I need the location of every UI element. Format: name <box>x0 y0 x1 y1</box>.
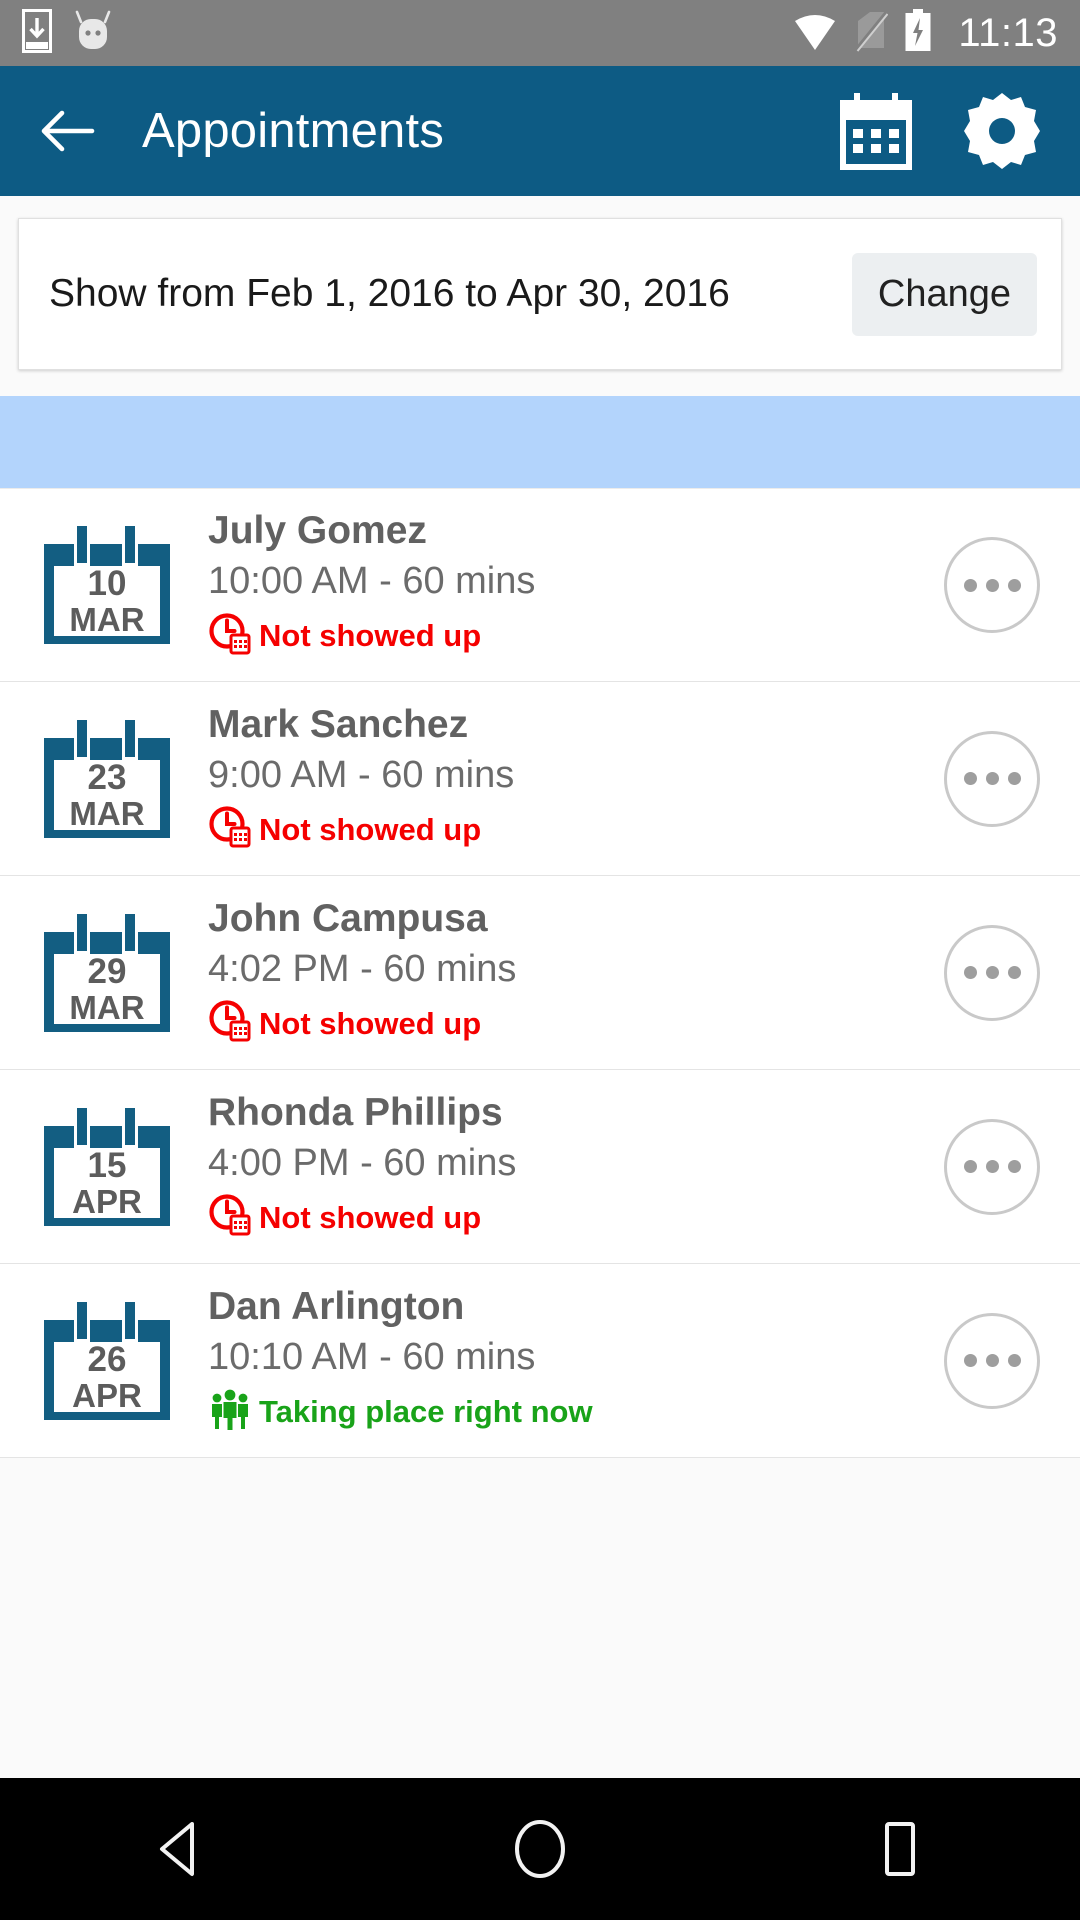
ad-banner[interactable] <box>0 396 1080 488</box>
appointment-row[interactable]: 26 APR Dan Arlington 10:10 AM - 60 mins Taki… <box>0 1264 1080 1458</box>
appointment-time: 9:00 AM - 60 mins <box>208 753 515 796</box>
appointment-date-icon: 10 MAR <box>44 526 170 644</box>
dot <box>985 966 999 979</box>
appointment-date-icon: 26 APR <box>44 1301 170 1420</box>
back-arrow-icon[interactable] <box>40 108 96 154</box>
appointment-day: 10 <box>87 564 127 603</box>
appointment-status-label: Taking place right now <box>259 1393 593 1429</box>
dot <box>1007 1354 1021 1367</box>
appointment-client-name: Rhonda Phillips <box>208 1090 503 1134</box>
android-nav-bar <box>0 1778 1080 1920</box>
dot <box>963 1160 977 1173</box>
nav-back-icon[interactable] <box>90 1778 270 1920</box>
appointment-overflow-button[interactable] <box>944 730 1040 827</box>
clock-calendar-icon <box>208 1193 252 1242</box>
appointment-month: MAR <box>69 794 145 832</box>
appointment-time: 4:00 PM - 60 mins <box>208 1141 517 1184</box>
nav-recents-icon[interactable] <box>810 1778 990 1920</box>
status-bar-system-icons: 11:13 <box>792 8 1058 58</box>
date-range-card: Show from Feb 1, 2016 to Apr 30, 2016 Ch… <box>18 218 1062 370</box>
appointment-row[interactable]: 10 MAR July Gomez 10:00 AM - 60 mins Not sho… <box>0 488 1080 682</box>
appointment-day: 23 <box>87 757 127 797</box>
wifi-icon <box>792 11 838 56</box>
dot <box>985 578 999 592</box>
dot <box>1007 772 1021 785</box>
appointment-month: MAR <box>69 988 145 1026</box>
dot <box>1007 1160 1021 1173</box>
page-title: Appointments <box>142 104 445 158</box>
download-icon <box>22 8 52 58</box>
appointment-status: Not showed up <box>208 805 944 854</box>
people-group-icon <box>208 1387 252 1436</box>
clock-calendar-icon <box>208 805 252 854</box>
appointment-info: Dan Arlington 10:10 AM - 60 mins Taking pl… <box>208 1285 944 1436</box>
appointment-overflow-button[interactable] <box>944 924 1040 1021</box>
appointment-overflow-button[interactable] <box>944 1118 1040 1215</box>
appointment-info: July Gomez 10:00 AM - 60 mins Not showed u… <box>208 509 944 660</box>
appointment-info: Mark Sanchez 9:00 AM - 60 mins Not showed … <box>208 703 944 854</box>
appointment-day: 29 <box>87 951 127 991</box>
appointment-row[interactable]: 29 MAR John Campusa 4:02 PM - 60 mins Not sh… <box>0 876 1080 1070</box>
appointment-status-label: Not showed up <box>259 811 482 847</box>
settings-gear-icon[interactable] <box>964 93 1040 169</box>
clock-calendar-icon <box>208 612 252 661</box>
date-range-section: Show from Feb 1, 2016 to Apr 30, 2016 Ch… <box>0 196 1080 370</box>
appointment-time: 4:02 PM - 60 mins <box>208 947 517 990</box>
appointment-client-name: July Gomez <box>208 509 427 553</box>
appointment-date-icon: 29 MAR <box>44 913 170 1032</box>
dot <box>985 1354 999 1367</box>
appointment-status: Not showed up <box>208 999 944 1048</box>
battery-charging-icon <box>904 8 932 58</box>
date-range-text: Show from Feb 1, 2016 to Apr 30, 2016 <box>49 272 730 315</box>
dot <box>963 578 977 592</box>
no-sim-icon <box>854 10 889 57</box>
clock-calendar-icon <box>208 999 252 1048</box>
android-mascot-icon <box>74 10 112 57</box>
app-bar-actions <box>840 92 1040 170</box>
appointment-row[interactable]: 23 MAR Mark Sanchez 9:00 AM - 60 mins Not sh… <box>0 682 1080 876</box>
appointment-status-label: Not showed up <box>259 1005 482 1041</box>
appointment-status-label: Not showed up <box>259 618 482 654</box>
appointment-info: John Campusa 4:02 PM - 60 mins Not showed … <box>208 897 944 1048</box>
dot <box>963 772 977 785</box>
dot <box>1007 578 1021 592</box>
appointment-day: 15 <box>87 1145 127 1185</box>
app-screen: 11:13 Appointments Show from Feb 1, 2016… <box>0 0 1080 1920</box>
calendar-icon[interactable] <box>840 92 912 170</box>
appointment-list: 10 MAR July Gomez 10:00 AM - 60 mins Not sho… <box>0 488 1080 1458</box>
status-bar: 11:13 <box>0 0 1080 66</box>
appointment-day: 26 <box>87 1339 127 1379</box>
dot <box>963 966 977 979</box>
app-bar: Appointments <box>0 66 1080 196</box>
appointment-date-icon: 23 MAR <box>44 719 170 838</box>
appointment-overflow-button[interactable] <box>944 537 1040 633</box>
appointment-client-name: Dan Arlington <box>208 1284 465 1328</box>
appointment-month: MAR <box>69 601 145 638</box>
appointment-time: 10:10 AM - 60 mins <box>208 1335 536 1378</box>
status-bar-notifications <box>22 8 112 58</box>
nav-home-icon[interactable] <box>450 1778 630 1920</box>
change-date-range-button[interactable]: Change <box>851 252 1037 336</box>
appointment-overflow-button[interactable] <box>944 1312 1040 1409</box>
appointment-month: APR <box>72 1182 142 1220</box>
appointment-status: Taking place right now <box>208 1387 944 1436</box>
appointment-status: Not showed up <box>208 1193 944 1242</box>
dot <box>963 1354 977 1367</box>
appointment-status-label: Not showed up <box>259 1199 482 1235</box>
appointment-month: APR <box>72 1376 142 1414</box>
appointment-date-icon: 15 APR <box>44 1107 170 1226</box>
appointment-status: Not showed up <box>208 612 944 661</box>
appointment-info: Rhonda Phillips 4:00 PM - 60 mins Not show… <box>208 1091 944 1242</box>
appointment-client-name: Mark Sanchez <box>208 702 469 746</box>
dot <box>1007 966 1021 979</box>
appointment-row[interactable]: 15 APR Rhonda Phillips 4:00 PM - 60 mins Not… <box>0 1070 1080 1264</box>
status-bar-clock: 11:13 <box>958 10 1058 55</box>
appointment-time: 10:00 AM - 60 mins <box>208 560 536 603</box>
dot <box>985 772 999 785</box>
dot <box>985 1160 999 1173</box>
appointment-client-name: John Campusa <box>208 896 488 940</box>
